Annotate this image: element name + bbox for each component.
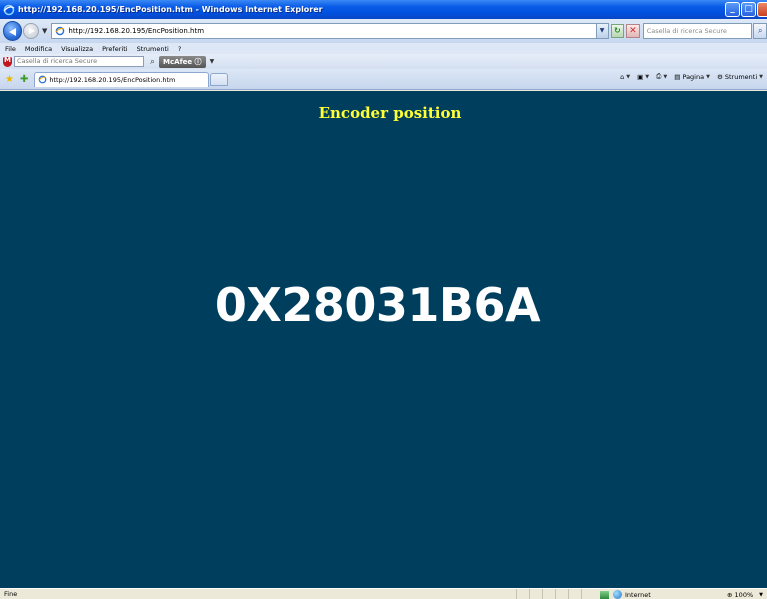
add-favorites-icon[interactable]: ✚ bbox=[20, 74, 28, 85]
address-url[interactable]: http://192.168.20.195/EncPosition.htm bbox=[68, 27, 204, 35]
tab-bar: ★ ✚ http://192.168.20.195/EncPosition.ht… bbox=[0, 69, 767, 90]
zone-label: Internet bbox=[625, 590, 651, 599]
address-bar[interactable]: http://192.168.20.195/EncPosition.htm ▼ bbox=[51, 23, 609, 39]
security-zone[interactable]: Internet bbox=[600, 589, 651, 599]
zoom-dropdown-icon[interactable]: ▼ bbox=[759, 592, 763, 598]
menu-item-file[interactable]: File bbox=[5, 45, 16, 53]
address-dropdown-icon[interactable]: ▼ bbox=[595, 24, 608, 38]
mcafee-button[interactable]: McAfee ⓘ bbox=[159, 55, 206, 68]
refresh-button[interactable]: ↻ bbox=[610, 24, 625, 38]
status-cells bbox=[516, 589, 594, 599]
minimize-button[interactable]: _ bbox=[725, 2, 740, 17]
mcafee-dropdown-icon[interactable]: ▼ bbox=[210, 58, 215, 65]
page-menu-button[interactable]: ▤ Pagina ▼ bbox=[674, 73, 710, 81]
back-button[interactable] bbox=[3, 21, 23, 41]
search-icon[interactable]: ⌕ bbox=[753, 23, 767, 39]
internet-zone-icon bbox=[613, 590, 622, 599]
menu-item-visualizza[interactable]: Visualizza bbox=[61, 45, 93, 53]
tools-menu-button[interactable]: ⚙ Strumenti ▼ bbox=[717, 73, 763, 81]
home-button[interactable]: ⌂ ▼ bbox=[620, 73, 630, 81]
command-bar: ⌂ ▼ ▣ ▼ ⎙ ▼ ▤ Pagina ▼ ⚙ Strumenti ▼ bbox=[613, 72, 763, 81]
print-button[interactable]: ⎙ ▼ bbox=[656, 72, 667, 81]
page-menu-label: Pagina bbox=[682, 72, 705, 81]
search-input[interactable]: Casella di ricerca Secure bbox=[642, 23, 753, 39]
page-icon bbox=[56, 26, 65, 36]
navigation-bar: ▼ http://192.168.20.195/EncPosition.htm … bbox=[0, 19, 767, 43]
window-title: http://192.168.20.195/EncPosition.htm - … bbox=[18, 5, 323, 14]
status-text: Fine bbox=[4, 590, 18, 598]
mcafee-brand-label: McAfee bbox=[163, 57, 193, 66]
menu-item-help[interactable]: ? bbox=[178, 45, 181, 53]
new-tab-button[interactable] bbox=[210, 72, 229, 86]
page-menu-icon: ▤ bbox=[674, 72, 681, 81]
zoom-icon: ⊕ bbox=[727, 590, 733, 599]
page-icon bbox=[38, 75, 47, 84]
feeds-button[interactable]: ▣ ▼ bbox=[637, 73, 649, 81]
home-icon: ⌂ bbox=[620, 72, 625, 81]
mcafee-shield-icon[interactable] bbox=[3, 56, 12, 67]
maximize-button[interactable]: □ bbox=[741, 2, 756, 17]
protected-mode-icon bbox=[600, 590, 609, 599]
page-content: Encoder position 0X28031B6A bbox=[0, 91, 767, 588]
tab-active[interactable]: http://192.168.20.195/EncPosition.htm bbox=[34, 71, 210, 87]
mcafee-toolbar: Casella di ricerca Secure ⌕ McAfee ⓘ ▼ bbox=[0, 54, 767, 69]
stop-button[interactable]: ✕ bbox=[626, 24, 640, 38]
zoom-label: 100% bbox=[734, 590, 754, 599]
menu-bar: File Modifica Visualizza Preferiti Strum… bbox=[0, 43, 767, 54]
encoder-position-value: 0X28031B6A bbox=[214, 278, 541, 332]
page-title: Encoder position bbox=[318, 104, 462, 122]
forward-button[interactable] bbox=[23, 23, 39, 39]
internet-explorer-icon bbox=[3, 4, 15, 15]
zoom-control[interactable]: ⊕ 100% ▼ bbox=[727, 589, 763, 599]
close-button[interactable] bbox=[757, 2, 767, 17]
menu-item-modifica[interactable]: Modifica bbox=[25, 45, 52, 53]
menu-item-preferiti[interactable]: Preferiti bbox=[102, 45, 127, 53]
menu-item-strumenti[interactable]: Strumenti bbox=[137, 45, 169, 53]
window-title-bar[interactable]: http://192.168.20.195/EncPosition.htm - … bbox=[0, 0, 767, 19]
gear-icon: ⚙ bbox=[716, 72, 723, 81]
feeds-icon: ▣ bbox=[637, 72, 644, 81]
recent-pages-dropdown-icon[interactable]: ▼ bbox=[42, 27, 47, 35]
status-bar: Fine Internet ⊕ 100% ▼ bbox=[0, 588, 767, 599]
print-icon: ⎙ bbox=[656, 72, 662, 80]
mcafee-search-icon[interactable]: ⌕ bbox=[150, 57, 155, 67]
mcafee-search-input[interactable]: Casella di ricerca Secure bbox=[14, 56, 144, 67]
tools-menu-label: Strumenti bbox=[724, 72, 758, 81]
favorites-star-icon[interactable]: ★ bbox=[5, 74, 14, 85]
tab-label: http://192.168.20.195/EncPosition.htm bbox=[49, 75, 176, 84]
